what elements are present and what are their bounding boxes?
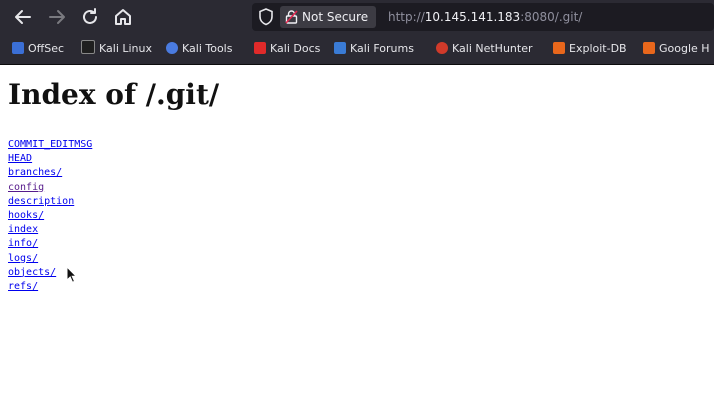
kali-dragon-icon	[81, 40, 95, 54]
insecure-lock-icon	[285, 10, 298, 24]
link-info[interactable]: info/	[8, 238, 38, 249]
url-text[interactable]: http://10.145.141.183:8080/.git/	[388, 3, 582, 31]
mouse-cursor-icon	[66, 266, 78, 283]
list-item: logs/	[8, 249, 92, 264]
google-hacking-icon	[643, 42, 655, 54]
address-bar[interactable]: Not Secure http://10.145.141.183:8080/.g…	[252, 3, 714, 31]
url-path: :8080/.git/	[520, 10, 583, 24]
list-item: COMMIT_EDITMSG	[8, 135, 92, 150]
list-item: description	[8, 192, 92, 207]
list-item: branches/	[8, 163, 92, 178]
list-item: config	[8, 178, 92, 193]
list-item: index	[8, 220, 92, 235]
list-item: refs/	[8, 277, 92, 292]
back-button[interactable]	[11, 5, 35, 29]
url-scheme: http://	[388, 10, 425, 24]
bookmark-kali-nethunter[interactable]: Kali NetHunter	[436, 34, 533, 64]
shield-icon[interactable]	[258, 8, 274, 26]
link-config[interactable]: config	[8, 182, 44, 193]
link-branches[interactable]: branches/	[8, 167, 62, 178]
list-item: hooks/	[8, 206, 92, 221]
page-content: Index of /.git/ COMMIT_EDITMSG HEAD bran…	[0, 65, 714, 416]
home-icon	[115, 9, 131, 25]
bookmark-kali-forums[interactable]: Kali Forums	[334, 34, 414, 64]
browser-toolbar: Not Secure http://10.145.141.183:8080/.g…	[0, 0, 714, 34]
list-item: objects/	[8, 263, 92, 278]
forward-button[interactable]	[45, 5, 69, 29]
security-indicator[interactable]: Not Secure	[280, 6, 377, 28]
bookmark-offsec[interactable]: OffSec	[12, 34, 64, 64]
bookmark-kali-tools[interactable]: Kali Tools	[166, 34, 232, 64]
link-refs[interactable]: refs/	[8, 281, 38, 292]
bookmark-kali-docs[interactable]: Kali Docs	[254, 34, 320, 64]
home-button[interactable]	[111, 5, 135, 29]
bookmarks-toolbar: OffSec Kali Linux Kali Tools Kali Docs K…	[0, 34, 714, 65]
offsec-icon	[12, 42, 24, 54]
bookmark-kali-linux[interactable]: Kali Linux	[81, 34, 152, 64]
list-item: HEAD	[8, 149, 92, 164]
directory-listing: COMMIT_EDITMSG HEAD branches/ config des…	[8, 135, 92, 292]
not-secure-label: Not Secure	[302, 10, 369, 24]
kali-tools-icon	[166, 42, 178, 54]
page-title: Index of /.git/	[8, 78, 220, 111]
bookmark-google-hacking[interactable]: Google H	[643, 34, 710, 64]
url-host: 10.145.141.183	[424, 10, 521, 24]
reload-icon	[83, 8, 97, 24]
arrow-left-icon	[15, 10, 31, 24]
kali-docs-icon	[254, 42, 266, 54]
link-logs[interactable]: logs/	[8, 253, 38, 264]
bookmark-exploit-db[interactable]: Exploit-DB	[553, 34, 627, 64]
reload-button[interactable]	[78, 5, 102, 29]
kali-forums-icon	[334, 42, 346, 54]
nethunter-icon	[436, 42, 448, 54]
arrow-right-icon	[49, 10, 65, 24]
list-item: info/	[8, 234, 92, 249]
exploit-db-icon	[553, 42, 565, 54]
